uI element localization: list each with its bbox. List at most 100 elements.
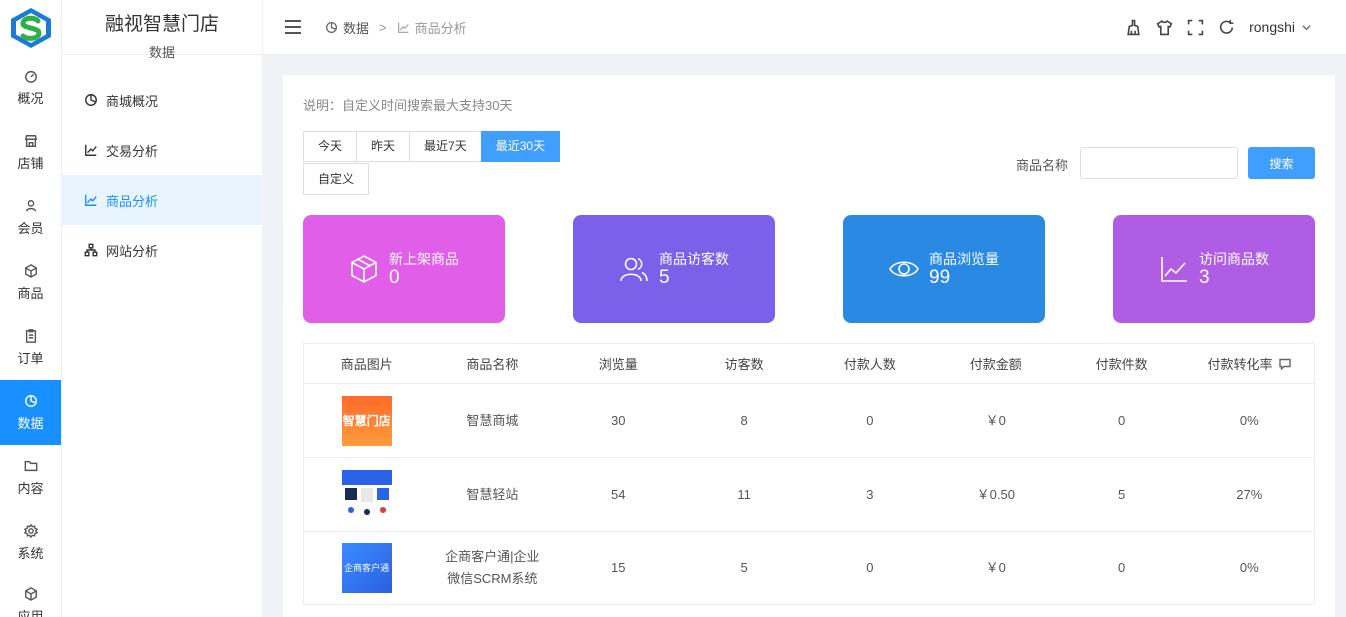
stat-label: 商品访客数 — [659, 250, 729, 267]
buyers-cell: 0 — [807, 383, 933, 458]
folder-icon — [24, 460, 37, 471]
menu-toggle-icon[interactable] — [285, 20, 301, 34]
rate-cell: 0% — [1184, 383, 1315, 458]
column-header: 付款金额 — [932, 343, 1059, 384]
refresh-icon[interactable] — [1218, 19, 1235, 36]
subnav-item-site-analysis[interactable]: 网站分析 — [62, 225, 262, 275]
logo-icon — [10, 7, 51, 48]
rail-item-overview[interactable]: 概况 — [0, 55, 61, 120]
rail-item-system[interactable]: 系统 — [0, 510, 61, 575]
hint-text: 说明：自定义时间搜索最大支持30天 — [303, 98, 513, 113]
amount-cell: ￥0 — [932, 383, 1059, 458]
rate-cell: 27% — [1184, 457, 1315, 532]
table-row[interactable]: 智慧门店 智慧商城 30 8 0 ￥0 0 0% — [303, 383, 1315, 458]
shirt-icon[interactable] — [1156, 19, 1173, 36]
stat-value: 0 — [389, 266, 400, 288]
pie-chart-icon — [85, 94, 97, 106]
amount-cell: ￥0 — [932, 531, 1059, 605]
table-row[interactable]: 智慧轻站 54 11 3 ￥0.50 5 27% — [303, 457, 1315, 532]
goods-name-input[interactable] — [1080, 147, 1238, 179]
users-icon — [620, 257, 648, 282]
fullscreen-icon[interactable] — [1187, 19, 1204, 36]
stat-value: 3 — [1199, 266, 1210, 288]
thumbnail-graphic — [341, 469, 392, 515]
table-header-row: 商品图片 商品名称 浏览量 访客数 付款人数 付款金额 付款件数 付款转化率 — [303, 343, 1315, 384]
rail-item-order[interactable]: 订单 — [0, 315, 61, 380]
goods-thumbnail[interactable]: 智慧门店 — [341, 395, 392, 446]
goods-table: 商品图片 商品名称 浏览量 访客数 付款人数 付款金额 付款件数 付款转化率 智… — [303, 343, 1315, 605]
gear-icon — [23, 523, 38, 538]
visitors-cell: 5 — [681, 531, 807, 605]
views-cell: 54 — [555, 457, 682, 532]
trend-icon — [85, 194, 97, 206]
user-icon — [25, 199, 36, 211]
range-today-button[interactable]: 今天 — [303, 131, 358, 162]
rail-item-store[interactable]: 店铺 — [0, 120, 61, 185]
store-icon — [24, 134, 37, 147]
column-header: 浏览量 — [555, 343, 682, 384]
stat-card-views: 商品浏览量 99 — [843, 215, 1045, 323]
pie-chart-icon — [24, 394, 37, 407]
rail-item-content[interactable]: 内容 — [0, 445, 61, 510]
stat-card-visited-goods: 访问商品数 3 — [1113, 215, 1315, 323]
gauge-icon — [24, 70, 37, 83]
search-button[interactable]: 搜索 — [1248, 147, 1315, 179]
user-menu[interactable]: rongshi — [1249, 19, 1312, 35]
buyers-cell: 0 — [807, 531, 933, 605]
subnav-item-mall-overview[interactable]: 商城概况 — [62, 75, 262, 125]
subnav-item-trade-analysis[interactable]: 交易分析 — [62, 125, 262, 175]
rail-item-label: 应用 — [17, 609, 44, 617]
column-header: 付款件数 — [1058, 343, 1185, 384]
column-header: 商品名称 — [429, 343, 556, 384]
stat-label: 商品浏览量 — [929, 250, 999, 267]
date-range-selector: 今天 昨天 最近7天 最近30天 — [303, 131, 561, 162]
subnav-item-label: 交易分析 — [106, 143, 159, 159]
breadcrumb-separator: > — [379, 19, 387, 35]
stat-value: 99 — [929, 266, 951, 288]
stat-card-new-goods: 新上架商品 0 — [303, 215, 505, 323]
rail-item-data[interactable]: 数据 — [0, 380, 61, 445]
username: rongshi — [1249, 19, 1295, 35]
visitors-cell: 8 — [681, 383, 807, 458]
goods-thumbnail[interactable] — [341, 469, 392, 520]
rail-item-label: 内容 — [17, 480, 44, 496]
column-header: 商品图片 — [303, 343, 430, 384]
rail-item-label: 商品 — [17, 285, 44, 301]
buyers-cell: 3 — [807, 457, 933, 532]
clipboard-icon — [25, 328, 36, 343]
subnav-item-goods-analysis[interactable]: 商品分析 — [62, 175, 262, 225]
search-label: 商品名称 — [1016, 158, 1069, 173]
comment-info-icon[interactable] — [1279, 358, 1291, 371]
custom-range-button[interactable]: 自定义 — [303, 163, 370, 195]
range-7days-button[interactable]: 最近7天 — [409, 131, 482, 162]
rail-item-label: 订单 — [17, 350, 44, 366]
eye-icon — [889, 261, 919, 277]
range-yesterday-button[interactable]: 昨天 — [356, 131, 411, 162]
rail-item-member[interactable]: 会员 — [0, 185, 61, 250]
stat-value: 5 — [659, 266, 670, 288]
column-header: 访客数 — [681, 343, 807, 384]
column-header: 付款转化率 — [1207, 357, 1273, 372]
rate-cell: 0% — [1184, 531, 1315, 605]
rail-item-label: 数据 — [17, 415, 44, 431]
visitors-cell: 11 — [681, 457, 807, 532]
column-header-rate: 付款转化率 — [1184, 343, 1315, 384]
breadcrumb: 数据 > 商品分析 — [325, 18, 467, 37]
subnav-item-label: 网站分析 — [106, 243, 159, 259]
brush-icon[interactable] — [1125, 19, 1142, 36]
rail-item-goods[interactable]: 商品 — [0, 250, 61, 315]
column-header: 付款人数 — [807, 343, 933, 384]
rail-item-label: 系统 — [17, 545, 44, 561]
subnav-item-label: 商城概况 — [106, 93, 159, 109]
goods-thumbnail[interactable]: 企商客户通 — [341, 543, 392, 593]
content-card: 说明：自定义时间搜索最大支持30天 今天 昨天 最近7天 最近30天 自定义 商… — [283, 75, 1335, 617]
rail-item-apps[interactable]: 应用 — [0, 575, 61, 617]
line-chart-icon — [1161, 257, 1187, 282]
breadcrumb-root[interactable]: 数据 — [343, 18, 369, 37]
range-30days-button[interactable]: 最近30天 — [480, 131, 561, 162]
app-logo[interactable] — [0, 0, 61, 55]
table-row[interactable]: 企商客户通 企商客户通|企业微信SCRM系统 15 5 0 ￥0 0 0% — [303, 531, 1315, 605]
top-header: 数据 > 商品分析 rongshi — [263, 0, 1346, 55]
subnav-item-label: 商品分析 — [106, 193, 159, 209]
rail-item-label: 概况 — [17, 90, 44, 106]
